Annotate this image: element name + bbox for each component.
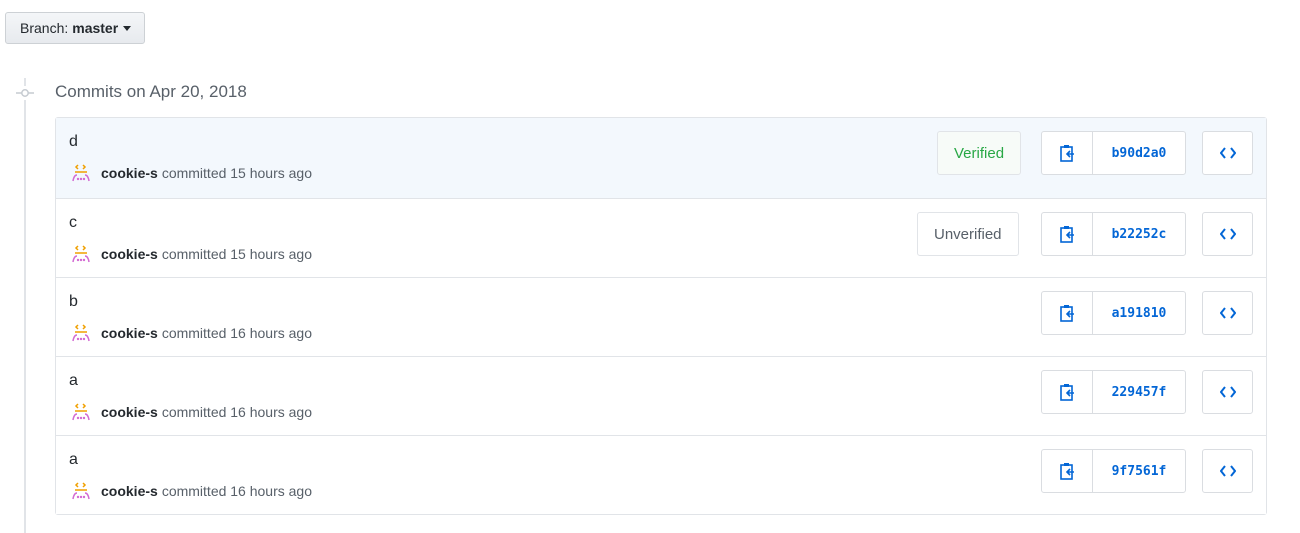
commit-sha-link[interactable]: a191810 <box>1093 292 1185 334</box>
copy-sha-button[interactable] <box>1042 450 1093 492</box>
commit-list: d cookie-s committed 15 hours ago Verifi… <box>55 117 1267 515</box>
copy-sha-button[interactable] <box>1042 371 1093 413</box>
copy-sha-button[interactable] <box>1042 292 1093 334</box>
code-icon <box>1219 307 1236 319</box>
commit-row: a cookie-s committed 16 hours ago <box>56 435 1266 514</box>
browse-repo-button[interactable] <box>1202 370 1253 414</box>
commit-row: d cookie-s committed 15 hours ago Verifi… <box>56 118 1266 198</box>
browse-repo-button[interactable] <box>1202 449 1253 493</box>
avatar-icon[interactable] <box>69 161 93 185</box>
unverified-badge[interactable]: Unverified <box>917 212 1019 256</box>
commit-sha-link[interactable]: b90d2a0 <box>1093 132 1185 174</box>
author-link[interactable]: cookie-s <box>101 481 158 501</box>
clipboard-icon <box>1060 226 1074 243</box>
clipboard-icon <box>1060 384 1074 401</box>
copy-sha-button[interactable] <box>1042 132 1093 174</box>
commit-time-label: committed 15 hours ago <box>161 246 313 262</box>
caret-down-icon <box>123 25 132 31</box>
sha-button-group: 229457f <box>1041 370 1186 414</box>
commit-time-label: committed 16 hours ago <box>161 325 313 341</box>
commit-meta: cookie-s committed 16 hours ago <box>69 321 312 345</box>
avatar-icon[interactable] <box>69 242 93 266</box>
commit-meta: cookie-s committed 16 hours ago <box>69 400 312 424</box>
clipboard-icon <box>1060 305 1074 322</box>
avatar-icon[interactable] <box>69 400 93 424</box>
commit-time-label: committed 16 hours ago <box>161 404 313 420</box>
commit-message-link[interactable]: a <box>69 371 78 391</box>
copy-sha-button[interactable] <box>1042 213 1093 255</box>
timeline-line <box>24 78 26 533</box>
commits-page: Branch: master Commits on Apr 20, 2018 d… <box>0 0 1300 533</box>
avatar-icon[interactable] <box>69 321 93 345</box>
commit-row: a cookie-s committed 16 hours ago <box>56 356 1266 435</box>
commit-time-label: committed 16 hours ago <box>161 483 313 499</box>
browse-repo-button[interactable] <box>1202 131 1253 175</box>
commit-meta: cookie-s committed 15 hours ago <box>69 242 312 266</box>
sha-button-group: b90d2a0 <box>1041 131 1186 175</box>
code-icon <box>1219 147 1236 159</box>
commit-message-link[interactable]: d <box>69 132 78 152</box>
commit-meta: cookie-s committed 15 hours ago <box>69 161 312 185</box>
author-link[interactable]: cookie-s <box>101 402 158 422</box>
branch-name-label: master <box>72 20 119 36</box>
branch-prefix-label: Branch: <box>20 20 69 36</box>
commit-sha-link[interactable]: 9f7561f <box>1093 450 1185 492</box>
browse-repo-button[interactable] <box>1202 291 1253 335</box>
commit-message-link[interactable]: a <box>69 450 78 470</box>
commit-group-title: Commits on Apr 20, 2018 <box>55 82 247 101</box>
commit-time-label: committed 15 hours ago <box>161 165 313 181</box>
commit-sha-link[interactable]: 229457f <box>1093 371 1185 413</box>
verified-badge[interactable]: Verified <box>937 131 1022 175</box>
commit-message-link[interactable]: b <box>69 292 78 312</box>
branch-select-button[interactable]: Branch: master <box>5 12 146 44</box>
sha-button-group: 9f7561f <box>1041 449 1186 493</box>
commit-sha-link[interactable]: b22252c <box>1093 213 1185 255</box>
clipboard-icon <box>1060 463 1074 480</box>
commit-meta: cookie-s committed 16 hours ago <box>69 479 312 503</box>
browse-repo-button[interactable] <box>1202 212 1253 256</box>
sha-button-group: b22252c <box>1041 212 1186 256</box>
code-icon <box>1219 228 1236 240</box>
code-icon <box>1219 465 1236 477</box>
code-icon <box>1219 386 1236 398</box>
git-commit-icon <box>16 86 34 100</box>
author-link[interactable]: cookie-s <box>101 244 158 264</box>
author-link[interactable]: cookie-s <box>101 163 158 183</box>
commit-row: b cookie-s committed 16 hours ago a19181… <box>56 277 1266 356</box>
avatar-icon[interactable] <box>69 479 93 503</box>
commit-row: c cookie-s committed 15 hours ago Unveri… <box>56 198 1266 277</box>
author-link[interactable]: cookie-s <box>101 323 158 343</box>
clipboard-icon <box>1060 145 1074 162</box>
commit-message-link[interactable]: c <box>69 213 77 233</box>
sha-button-group: a191810 <box>1041 291 1186 335</box>
